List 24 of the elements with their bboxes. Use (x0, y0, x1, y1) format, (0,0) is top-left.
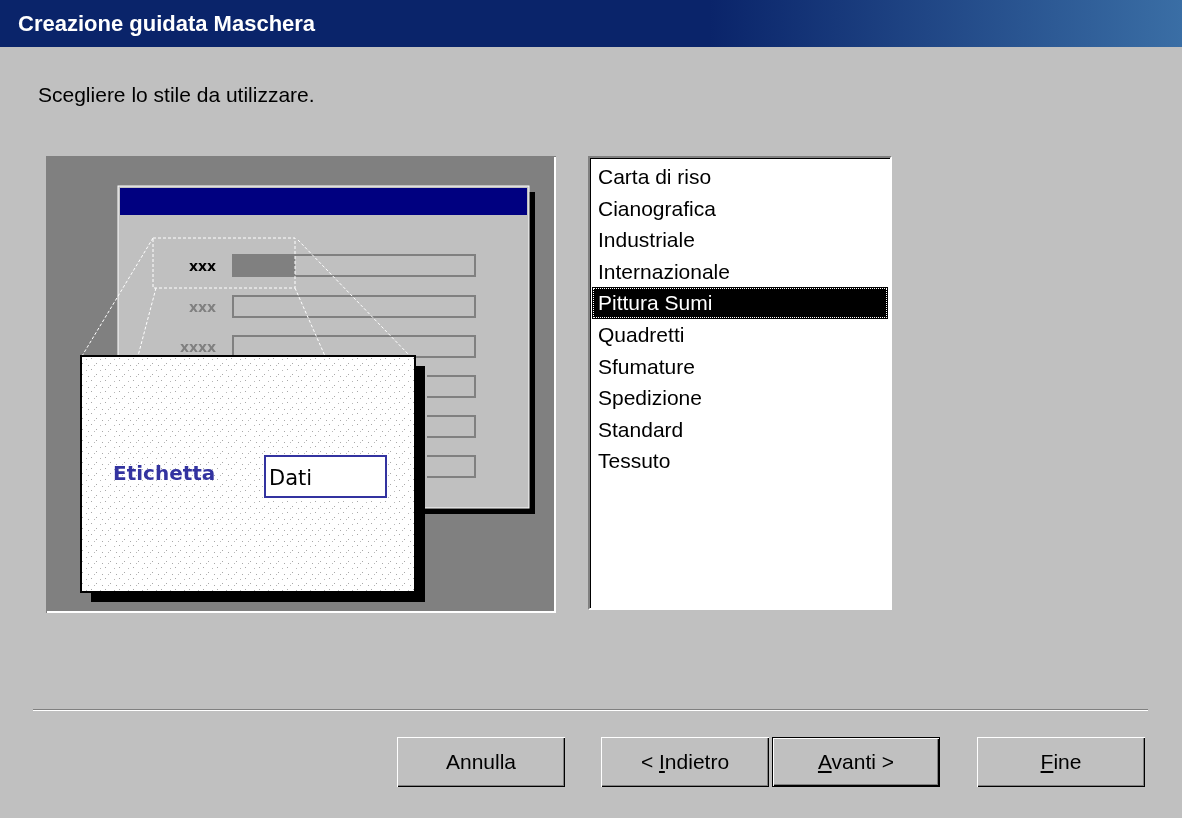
sample-label: xxx (188, 299, 216, 315)
style-list-item[interactable]: Cianografica (592, 192, 888, 225)
form-field-drawing (426, 375, 476, 398)
sample-label: xxxx (179, 339, 216, 355)
style-list-item[interactable]: Pittura Sumi (592, 287, 888, 319)
wizard-button[interactable]: Annulla (397, 737, 565, 787)
instruction-text: Scegliere lo stile da utilizzare. (38, 83, 316, 107)
wizard-button[interactable]: Fine (977, 737, 1145, 787)
style-list-item[interactable]: Industriale (592, 224, 888, 256)
form-field-drawing (426, 455, 476, 478)
style-list-item[interactable]: Spedizione (592, 382, 888, 414)
window-title: Creazione guidata Maschera (18, 10, 316, 37)
form-field-drawing (426, 415, 476, 438)
style-list-item[interactable]: Sfumature (592, 350, 888, 383)
style-list-item[interactable]: Internazionale (592, 255, 888, 288)
sample-label: xxx (188, 258, 216, 274)
style-list-item[interactable]: Tessuto (592, 445, 888, 477)
style-list-item[interactable]: Quadretti (592, 318, 888, 351)
wizard-button[interactable]: < Indietro (601, 737, 769, 787)
wizard-button[interactable]: Avanti > (772, 737, 940, 787)
callout-label: Etichetta (113, 461, 216, 485)
style-list-item[interactable]: Carta di riso (592, 161, 888, 193)
style-list-item[interactable]: Standard (592, 413, 888, 446)
callout-field: Dati (264, 455, 387, 498)
